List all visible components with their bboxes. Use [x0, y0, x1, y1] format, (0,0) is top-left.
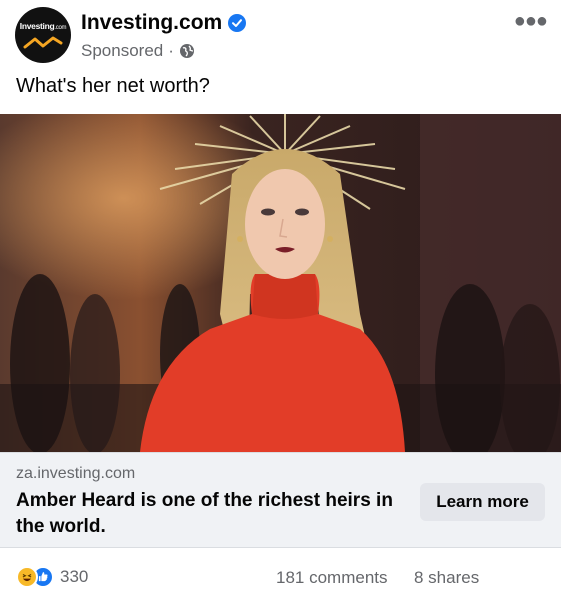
- meta-separator: ·: [168, 41, 174, 60]
- page-name[interactable]: Investing.com: [81, 11, 222, 35]
- post-meta: Sponsored ·: [81, 41, 195, 61]
- verified-badge-icon: [228, 14, 247, 32]
- post-caption: What's her net worth?: [16, 75, 210, 97]
- post-photo[interactable]: [0, 114, 561, 452]
- engagement-bar: 330 181 comments 8 shares: [0, 552, 561, 600]
- haha-reaction-icon: [16, 566, 38, 588]
- comments-count[interactable]: 181 comments: [276, 568, 388, 588]
- link-domain: za.investing.com: [16, 465, 136, 482]
- ad-photo-illustration: [0, 114, 561, 452]
- sponsored-label[interactable]: Sponsored: [81, 41, 163, 61]
- more-options-icon[interactable]: ●●●: [514, 10, 548, 33]
- learn-more-button[interactable]: Learn more: [420, 483, 545, 521]
- page-name-row: Investing.com: [81, 11, 247, 35]
- reaction-count: 330: [60, 567, 89, 586]
- page-avatar[interactable]: Investing.com: [15, 7, 71, 63]
- post-header: Investing.com Investing.com Sponsored · …: [0, 0, 561, 72]
- link-preview-card[interactable]: za.investing.com Amber Heard is one of t…: [0, 452, 561, 548]
- shares-count[interactable]: 8 shares: [414, 568, 479, 588]
- link-headline[interactable]: Amber Heard is one of the richest heirs …: [16, 488, 401, 540]
- reactions-summary[interactable]: 330: [16, 566, 88, 588]
- trend-line-icon: [23, 36, 63, 49]
- globe-icon[interactable]: [179, 43, 195, 59]
- avatar-logo-text: Investing.com: [19, 21, 67, 31]
